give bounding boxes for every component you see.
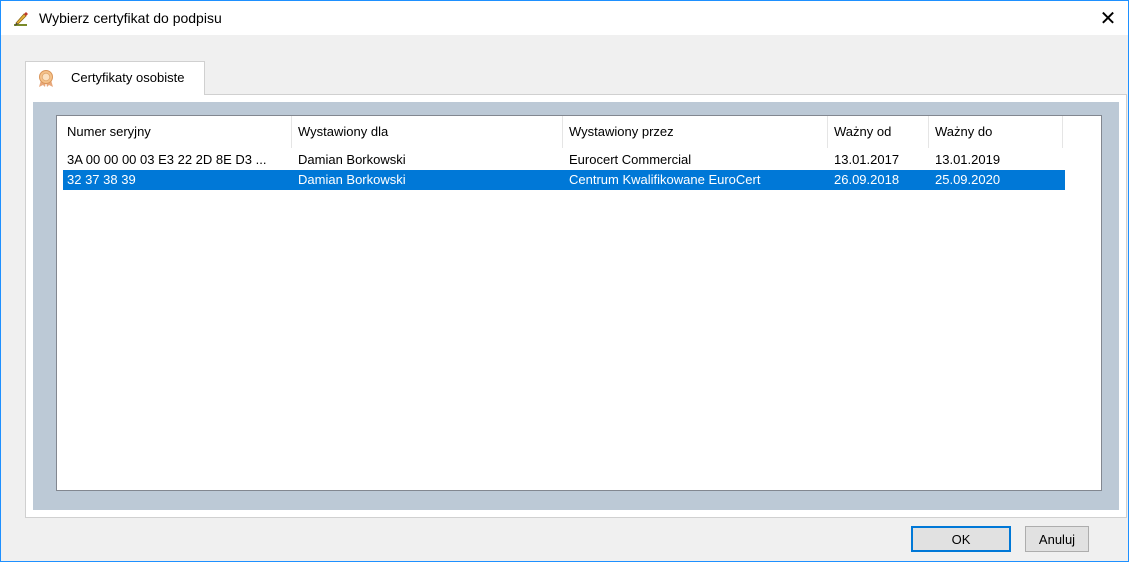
cell-valid-from: 26.09.2018 xyxy=(834,172,900,187)
tab-personal-certificates[interactable]: Certyfikaty osobiste xyxy=(25,61,205,95)
ok-button[interactable]: OK xyxy=(911,526,1011,552)
cell-valid-to: 25.09.2020 xyxy=(935,172,1001,187)
close-button[interactable]: ✕ xyxy=(1088,1,1128,35)
table-row-selected[interactable]: 32 37 38 39 Damian Borkowski Centrum Kwa… xyxy=(63,170,1065,190)
close-icon: ✕ xyxy=(1099,7,1117,30)
panel-background: Numer seryjny Wystawiony dla Wystawiony … xyxy=(33,102,1119,510)
cell-valid-from: 13.01.2017 xyxy=(834,152,900,167)
cell-serial: 32 37 38 39 xyxy=(67,172,136,187)
window-title: Wybierz certyfikat do podpisu xyxy=(39,10,222,26)
tab-panel: Numer seryjny Wystawiony dla Wystawiony … xyxy=(25,94,1127,518)
tab-label: Certyfikaty osobiste xyxy=(71,70,185,85)
column-header-valid-to[interactable]: Ważny do xyxy=(929,116,1063,148)
cancel-button[interactable]: Anuluj xyxy=(1025,526,1089,552)
table-row[interactable]: 3A 00 00 00 03 E3 22 2D 8E D3 ... Damian… xyxy=(63,150,1065,170)
column-header-issued-to[interactable]: Wystawiony dla xyxy=(292,116,563,148)
signature-pen-icon xyxy=(13,11,29,27)
column-header-issued-by[interactable]: Wystawiony przez xyxy=(563,116,828,148)
column-header-serial[interactable]: Numer seryjny xyxy=(61,116,292,148)
list-header: Numer seryjny Wystawiony dla Wystawiony … xyxy=(57,116,1101,148)
title-bar[interactable]: Wybierz certyfikat do podpisu ✕ xyxy=(1,1,1128,35)
certificate-list[interactable]: Numer seryjny Wystawiony dla Wystawiony … xyxy=(56,115,1102,491)
certificate-icon xyxy=(36,70,56,88)
cell-valid-to: 13.01.2019 xyxy=(935,152,1001,167)
cell-issued-to: Damian Borkowski xyxy=(298,152,406,167)
column-header-valid-from[interactable]: Ważny od xyxy=(828,116,929,148)
cell-serial: 3A 00 00 00 03 E3 22 2D 8E D3 ... xyxy=(67,152,267,167)
dialog-content: Certyfikaty osobiste Numer seryjny Wysta… xyxy=(1,35,1128,561)
cell-issued-by: Eurocert Commercial xyxy=(569,152,692,167)
cell-issued-by: Centrum Kwalifikowane EuroCert xyxy=(569,172,761,187)
cell-issued-to: Damian Borkowski xyxy=(298,172,406,187)
dialog-window: Wybierz certyfikat do podpisu ✕ Certyfik… xyxy=(0,0,1129,562)
